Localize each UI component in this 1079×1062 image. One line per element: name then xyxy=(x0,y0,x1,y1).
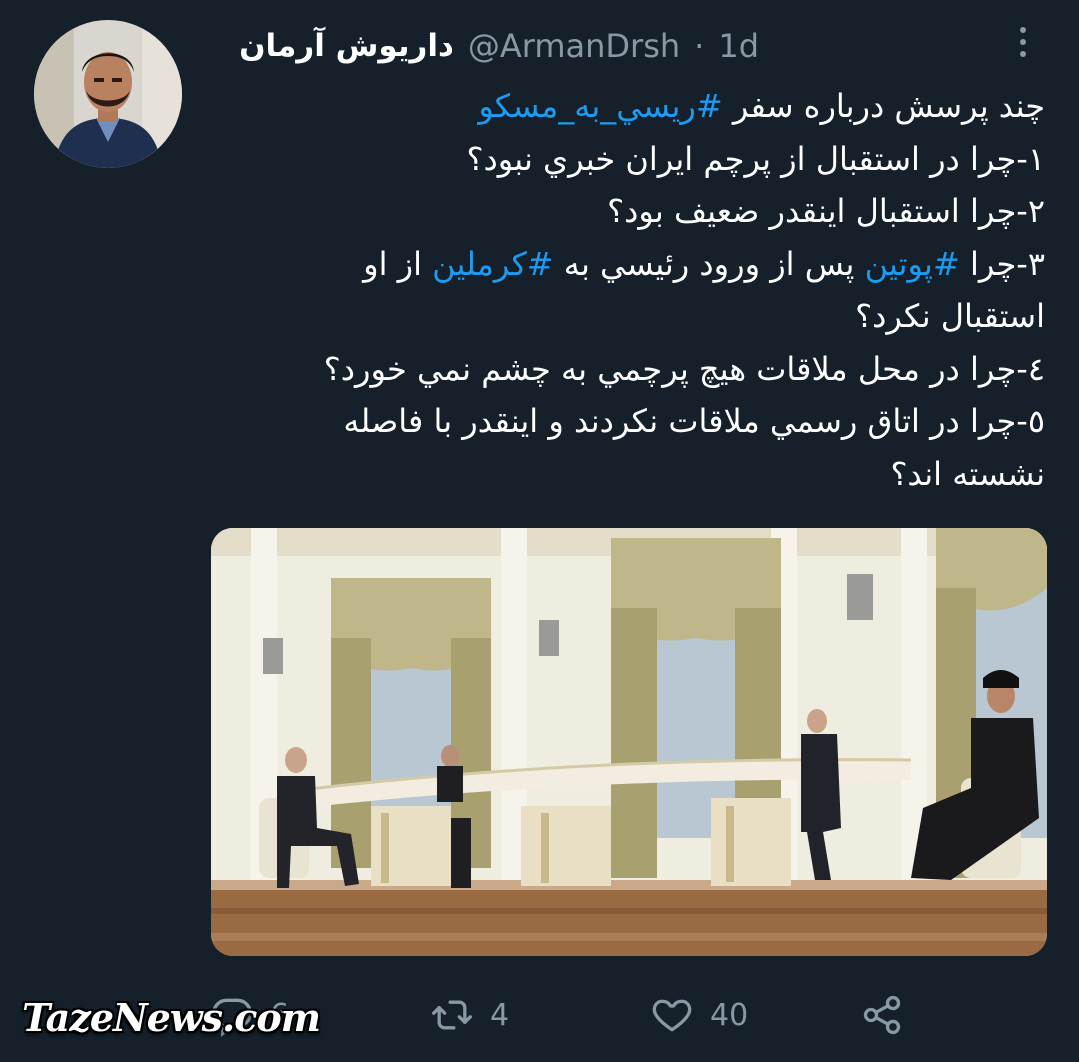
retweet-icon xyxy=(430,993,474,1037)
hashtag-kremlin[interactable]: #كرملين xyxy=(432,245,553,283)
share-button[interactable] xyxy=(860,988,904,1042)
text-line-2: ١-چرا در استقبال از پرچم ايران خبري نبود… xyxy=(466,139,1045,178)
text-line-6: ٤-چرا در محل ملاقات هيچ پرچمي به چشم نمي… xyxy=(323,349,1045,388)
tweet-photo[interactable] xyxy=(211,528,1047,956)
tweet-time[interactable]: 1d xyxy=(718,27,759,65)
tweet-header: داریوش آرمان @ArmanDrsh · 1d xyxy=(239,24,759,68)
retweet-button[interactable]: 4 xyxy=(430,988,509,1042)
text-line-5: استقبال نكرد؟ xyxy=(855,297,1045,335)
like-count: 40 xyxy=(710,997,749,1033)
retweet-count: 4 xyxy=(490,997,510,1033)
text-line-3: ٢-چرا استقبال اينقدر ضعيف بود؟ xyxy=(607,192,1045,230)
text-segment: چند پرسش درباره سفر xyxy=(722,87,1045,125)
hashtag-raisi-moscow[interactable]: #ريسي_به_مسكو xyxy=(478,87,722,125)
heart-icon xyxy=(650,993,694,1037)
separator-dot: · xyxy=(694,27,705,65)
text-segment: از او xyxy=(363,244,433,283)
text-segment: ٣-چرا xyxy=(959,244,1045,283)
text-line-8: نشسته اند؟ xyxy=(890,454,1045,493)
author-handle[interactable]: @ArmanDrsh xyxy=(468,27,680,65)
author-name[interactable]: داریوش آرمان xyxy=(239,28,454,64)
text-line-4: ٣-چرا #پوتين پس از ورود رئيسي به #كرملين… xyxy=(225,238,1045,291)
like-button[interactable]: 40 xyxy=(650,988,748,1042)
avatar[interactable] xyxy=(34,20,182,168)
tweet[interactable]: داریوش آرمان @ArmanDrsh · 1d چند پرسش در… xyxy=(0,0,1079,1062)
more-options-icon[interactable] xyxy=(1011,22,1035,62)
hashtag-putin[interactable]: #پوتين xyxy=(865,245,960,283)
share-icon xyxy=(860,993,904,1037)
text-segment: پس از ورود رئيسي به xyxy=(553,244,865,283)
text-line-1: چند پرسش درباره سفر #ريسي_به_مسكو xyxy=(225,80,1045,133)
tweet-text: چند پرسش درباره سفر #ريسي_به_مسكو ١-چرا … xyxy=(225,80,1045,500)
text-line-7: ٥-چرا در اتاق رسمي ملاقات نكردند و اينقد… xyxy=(343,402,1045,440)
watermark-logo: TazeNews.com xyxy=(22,995,321,1040)
